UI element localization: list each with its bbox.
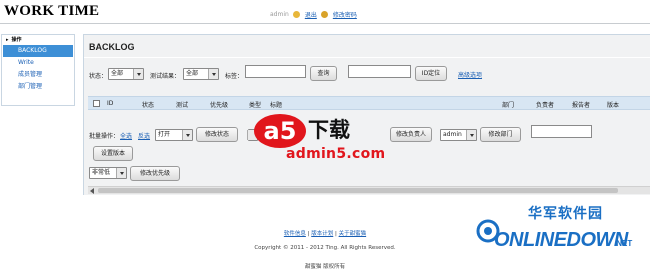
change-password-link[interactable]: 修改密码 (333, 10, 357, 19)
title-divider (84, 57, 650, 58)
user-icon (292, 11, 300, 18)
logout-link[interactable]: 退出 (305, 10, 317, 19)
onlinedown-en: ONLINEDOWN (494, 229, 628, 251)
col-title: 标题 (270, 102, 283, 109)
query-button[interactable]: 查询 (310, 66, 337, 81)
col-priority: 优先级 (210, 102, 229, 109)
col-type: 类型 (249, 102, 262, 109)
footer-link-version-plan[interactable]: 版本计划 (311, 231, 333, 237)
status-filter-select[interactable]: 全部 (108, 68, 144, 80)
modify-priority-button[interactable]: 修改优先级 (130, 166, 180, 181)
advanced-options-link[interactable]: 高级选项 (458, 70, 482, 79)
col-id: ID (107, 100, 114, 107)
chevron-right-icon: ▸ (6, 37, 9, 43)
col-owner: 负责者 (536, 102, 555, 109)
chevron-down-icon (212, 73, 216, 76)
chevron-down-icon (137, 73, 141, 76)
status-filter-label: 状态： (89, 73, 108, 80)
col-reporter: 报告者 (572, 102, 591, 109)
horizontal-scrollbar[interactable] (88, 186, 650, 194)
batch-label: 批量操作： (89, 133, 120, 140)
chevron-down-icon (470, 134, 474, 137)
select-all-checkbox[interactable] (93, 100, 100, 107)
sidebar-heading: ▸ 操作 (6, 37, 22, 43)
invert-selection-link[interactable]: 反选 (138, 131, 150, 140)
modify-owner-button[interactable]: 修改负责人 (390, 127, 432, 142)
tag-input[interactable] (245, 65, 306, 78)
scrollbar-thumb[interactable] (98, 188, 618, 193)
col-version: 版本 (607, 102, 620, 109)
batch-status-select[interactable]: 打开 (155, 129, 193, 141)
onlinedown-cn: 华军软件园 (528, 206, 603, 222)
tag-filter-label: 标签： (225, 73, 244, 80)
chevron-down-icon (120, 172, 124, 175)
onlinedown-watermark: 华军软件园 ONLINEDOWN .NET (472, 195, 650, 272)
modify-status-button[interactable]: 修改状态 (196, 127, 238, 142)
result-filter-select[interactable]: 全部 (183, 68, 219, 80)
select-all-link[interactable]: 全选 (120, 131, 132, 140)
scroll-left-icon[interactable] (90, 188, 94, 194)
footer-link-about[interactable]: 关于甜蜜猫 (339, 231, 367, 237)
set-version-button[interactable]: 设置版本 (93, 146, 133, 161)
col-dept: 部门 (502, 102, 515, 109)
col-status: 状态 (142, 102, 155, 109)
id-locate-button[interactable]: ID定位 (415, 66, 447, 81)
a5-watermark: a5 下载 admin5.com (252, 112, 396, 168)
modify-dept-button[interactable]: 修改部门 (480, 127, 521, 142)
result-filter-label: 测试结果： (150, 73, 181, 80)
table-header: ID 状态 测试 优先级 类型 标题 部门 负责者 报告者 版本 (88, 96, 650, 110)
sidebar: ▸ 操作 BACKLOG Write 成员管理 部门管理 (1, 34, 75, 106)
version-input[interactable] (531, 125, 592, 138)
username: admin (270, 11, 289, 18)
batch-owner-select[interactable]: admin (440, 129, 477, 141)
chevron-down-icon (186, 134, 190, 137)
sidebar-item-write[interactable]: Write (2, 57, 74, 69)
priority-select[interactable]: 非常低 (89, 167, 127, 179)
sidebar-item-backlog[interactable]: BACKLOG (3, 45, 73, 57)
sidebar-item-members[interactable]: 成员管理 (2, 69, 74, 81)
key-icon (320, 11, 328, 18)
a5-domain: admin5.com (286, 146, 386, 162)
col-test: 测试 (176, 102, 189, 109)
sidebar-item-departments[interactable]: 部门管理 (2, 81, 74, 93)
header-divider (0, 23, 650, 24)
app-logo: WORK TIME (4, 3, 100, 19)
id-input[interactable] (348, 65, 411, 78)
onlinedown-net: .NET (614, 239, 633, 248)
a5-label: 下载 (308, 118, 350, 142)
user-bar: admin 退出 修改密码 (270, 10, 357, 19)
footer-link-software-info[interactable]: 软件信息 (284, 231, 306, 237)
a5-logo-text: a5 (264, 117, 297, 145)
page-title: BACKLOG (89, 42, 135, 52)
a5-logo-icon: a5 (254, 114, 306, 148)
